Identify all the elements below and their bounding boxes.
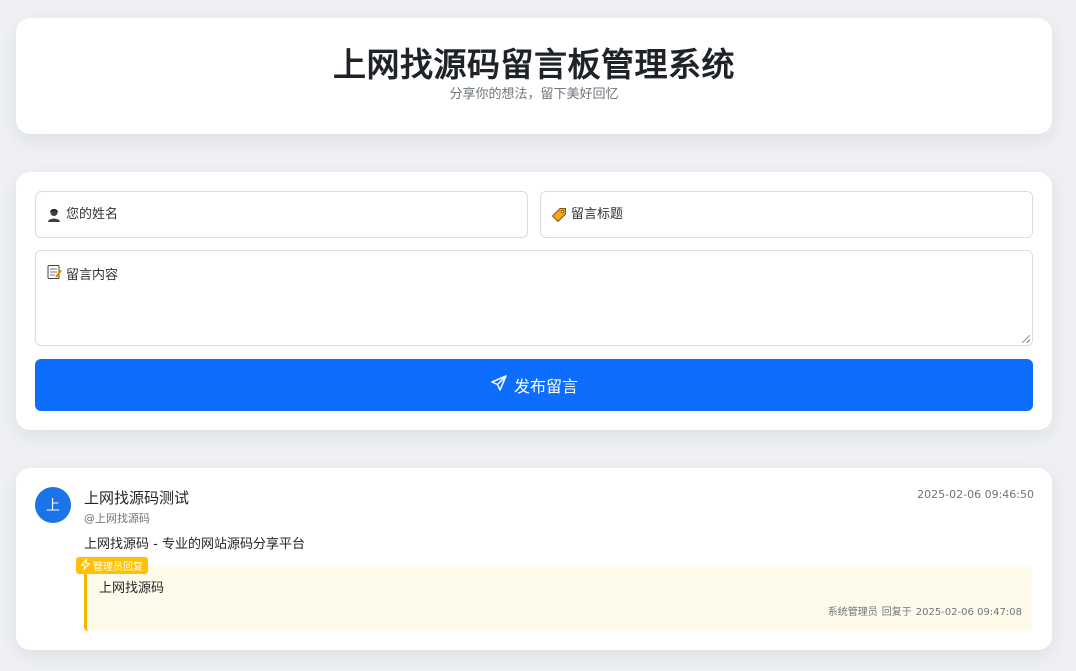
admin-reply-badge: 管理员回复 [76,557,148,574]
reply-meta: 系统管理员 回复于 2025-02-06 09:47:08 [828,603,1022,618]
header-card: 上网找源码留言板管理系统 分享你的想法，留下美好回忆 [16,18,1052,134]
message-card: 上 上网找源码测试 @上网找源码 2025-02-06 09:46:50 上网找… [16,468,1052,650]
memo-icon [46,264,62,280]
resize-handle[interactable] [1022,335,1030,343]
tag-icon [551,207,567,223]
admin-reply: 管理员回复 上网找源码 系统管理员 回复于 2025-02-06 09:47:08 [76,557,1032,631]
replier-name: 系统管理员 [827,607,878,618]
content-textarea[interactable] [66,264,1032,334]
name-input[interactable] [66,207,527,222]
name-field[interactable] [35,191,528,238]
message-time: 2025-02-06 09:46:50 [917,488,1034,501]
lightning-icon [80,558,91,573]
submit-button[interactable]: 发布留言 [35,359,1033,411]
submit-label: 发布留言 [513,377,578,396]
content-field[interactable] [35,250,1033,346]
title-input[interactable] [571,207,1032,222]
user-icon [46,207,62,223]
avatar: 上 [35,487,71,523]
message-title: 上网找源码测试 [84,489,190,507]
reply-prefix: 回复于 [881,607,912,618]
message-content: 上网找源码 - 专业的网站源码分享平台 [84,537,305,552]
reply-content: 上网找源码 [99,581,165,596]
page-subtitle: 分享你的想法，留下美好回忆 [449,87,619,102]
send-icon [490,374,508,396]
title-field[interactable] [540,191,1033,238]
page-title: 上网找源码留言板管理系统 [333,45,735,84]
message-form: 发布留言 [16,172,1052,430]
admin-reply-badge-label: 管理员回复 [93,562,143,573]
reply-time: 2025-02-06 09:47:08 [915,607,1022,618]
message-author: @上网找源码 [84,512,150,525]
